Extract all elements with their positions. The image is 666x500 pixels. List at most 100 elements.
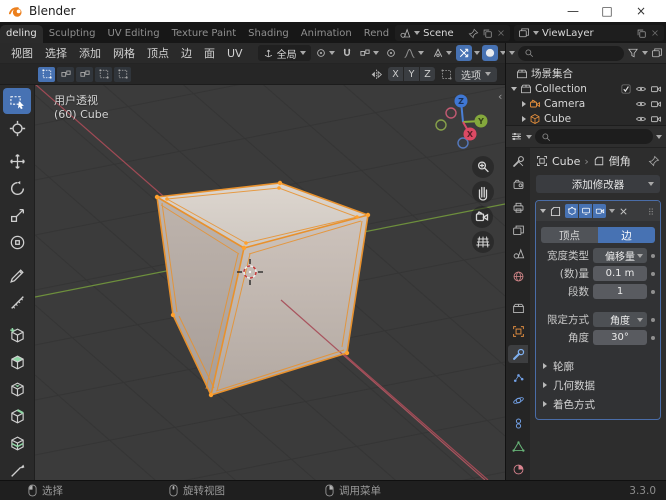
tool-loop-cut[interactable] (3, 430, 31, 456)
animate-dot[interactable] (651, 289, 655, 294)
tab-output[interactable] (508, 198, 528, 216)
menu-edge[interactable]: 边 (176, 43, 197, 63)
mirror-z-button[interactable]: Z (420, 67, 435, 81)
camera-view-button[interactable] (471, 206, 493, 228)
display-render-toggle[interactable] (593, 204, 606, 218)
new-viewlayer-icon[interactable] (636, 28, 647, 39)
menu-vertex[interactable]: 顶点 (142, 43, 174, 63)
close-icon[interactable] (496, 28, 506, 38)
outliner-label[interactable]: Camera (544, 98, 632, 110)
outliner-row-camera[interactable]: Camera (506, 96, 666, 111)
width-type-dropdown[interactable]: 偏移量 (593, 248, 647, 263)
display-realtime-toggle[interactable] (579, 204, 592, 218)
pivot-point-dropdown[interactable] (313, 45, 337, 61)
disclosure-closed-icon[interactable] (522, 115, 526, 122)
outliner-label[interactable]: 场景集合 (531, 66, 662, 81)
proportional-editing-toggle[interactable] (383, 45, 399, 61)
tab-texture-paint[interactable]: Texture Paint (166, 25, 243, 43)
tab-tool[interactable] (508, 152, 528, 170)
cube-mesh[interactable] (154, 180, 486, 480)
disclosure-open-icon[interactable] (511, 86, 517, 91)
animate-dot[interactable] (651, 317, 655, 322)
tab-modifiers[interactable] (508, 345, 528, 363)
menu-mesh[interactable]: 网格 (108, 43, 140, 63)
filter-settings-icon[interactable] (651, 47, 663, 59)
close-button[interactable]: × (624, 4, 658, 18)
menu-uv[interactable]: UV (222, 45, 248, 62)
eye-icon[interactable] (635, 98, 647, 110)
menu-add[interactable]: 添加 (74, 43, 106, 63)
segments-field[interactable]: 1 (593, 284, 647, 299)
animate-dot[interactable] (651, 271, 655, 276)
proportional-falloff-dropdown[interactable] (401, 45, 426, 61)
transform-orientation-dropdown[interactable]: 全局 (257, 45, 311, 61)
section-shading[interactable]: 着色方式 (543, 395, 653, 413)
animate-dot[interactable] (651, 335, 655, 340)
tab-world[interactable] (508, 267, 528, 285)
panel-expand-icon[interactable] (540, 209, 546, 213)
amount-field[interactable]: 0.1 m (593, 266, 647, 281)
tool-measure[interactable] (3, 289, 31, 315)
tool-rotate[interactable] (3, 175, 31, 201)
editor-type-chevron-icon[interactable] (509, 51, 515, 55)
maximize-button[interactable]: □ (590, 4, 624, 18)
scene-name[interactable]: Scene (423, 28, 465, 39)
tool-bevel[interactable] (3, 403, 31, 429)
menu-select[interactable]: 选择 (40, 43, 72, 63)
tool-move[interactable] (3, 148, 31, 174)
affect-edges-tab[interactable]: 边 (598, 227, 655, 243)
display-editmode-toggle[interactable] (565, 204, 578, 218)
tab-object-data[interactable] (508, 437, 528, 455)
perspective-toggle-button[interactable] (472, 231, 494, 253)
select-mode-extend[interactable] (57, 66, 74, 82)
section-profile[interactable]: 轮廓 (543, 357, 653, 375)
angle-field[interactable]: 30° (593, 330, 647, 345)
mirror-y-button[interactable]: Y (404, 67, 419, 81)
drag-handle-icon[interactable] (646, 205, 656, 218)
tab-physics[interactable] (508, 391, 528, 409)
axis-minus-y[interactable] (435, 119, 447, 131)
outliner-row-collection[interactable]: Collection (506, 81, 666, 96)
close-icon[interactable] (650, 28, 660, 38)
select-mode-new[interactable] (38, 66, 55, 82)
tool-add-cube[interactable] (3, 322, 31, 348)
tab-uv-editing[interactable]: UV Editing (101, 25, 165, 43)
delete-modifier-icon[interactable] (618, 206, 629, 217)
tab-scene[interactable] (508, 244, 528, 262)
tab-constraints[interactable] (508, 414, 528, 432)
zoom-button[interactable] (472, 156, 494, 178)
checkbox-icon[interactable] (620, 83, 632, 95)
tab-sculpting[interactable]: Sculpting (43, 25, 102, 43)
add-modifier-dropdown[interactable]: 添加修改器 (536, 175, 660, 193)
filter-funnel-icon[interactable] (627, 47, 639, 59)
shading-mode-button[interactable] (481, 45, 498, 61)
outliner-row-scene-collection[interactable]: 场景集合 (506, 66, 666, 81)
properties-search-input[interactable] (535, 129, 653, 144)
axis-minus-x[interactable] (445, 107, 457, 119)
tool-box-select[interactable] (3, 88, 31, 114)
camera-visibility-icon[interactable] (650, 98, 662, 110)
minimize-button[interactable]: — (556, 4, 590, 18)
camera-visibility-icon[interactable] (650, 113, 662, 125)
snap-toggle[interactable] (339, 45, 355, 61)
eye-icon[interactable] (635, 113, 647, 125)
new-scene-icon[interactable] (482, 28, 493, 39)
axis-minus-z[interactable] (457, 137, 469, 149)
tab-material[interactable] (508, 460, 528, 478)
snap-with-dropdown[interactable] (357, 45, 381, 61)
tab-rendering[interactable]: Rend (358, 25, 395, 43)
affect-vertices-tab[interactable]: 顶点 (541, 227, 598, 243)
tool-cursor[interactable] (3, 115, 31, 141)
pin-icon[interactable] (468, 28, 479, 39)
select-mode-invert[interactable] (95, 66, 112, 82)
select-mode-subtract[interactable] (76, 66, 93, 82)
scene-selector[interactable]: Scene (395, 25, 510, 41)
sidebar-collapse-arrow[interactable]: ‹ (498, 90, 502, 103)
tab-animation[interactable]: Animation (295, 25, 358, 43)
outliner-search-input[interactable] (518, 45, 624, 61)
show-gizmo-dropdown[interactable] (430, 45, 454, 61)
menu-view[interactable]: 视图 (6, 43, 38, 63)
breadcrumb-modifier[interactable]: 倒角 (609, 153, 631, 169)
animate-dot[interactable] (651, 253, 655, 258)
tool-inset-faces[interactable] (3, 376, 31, 402)
